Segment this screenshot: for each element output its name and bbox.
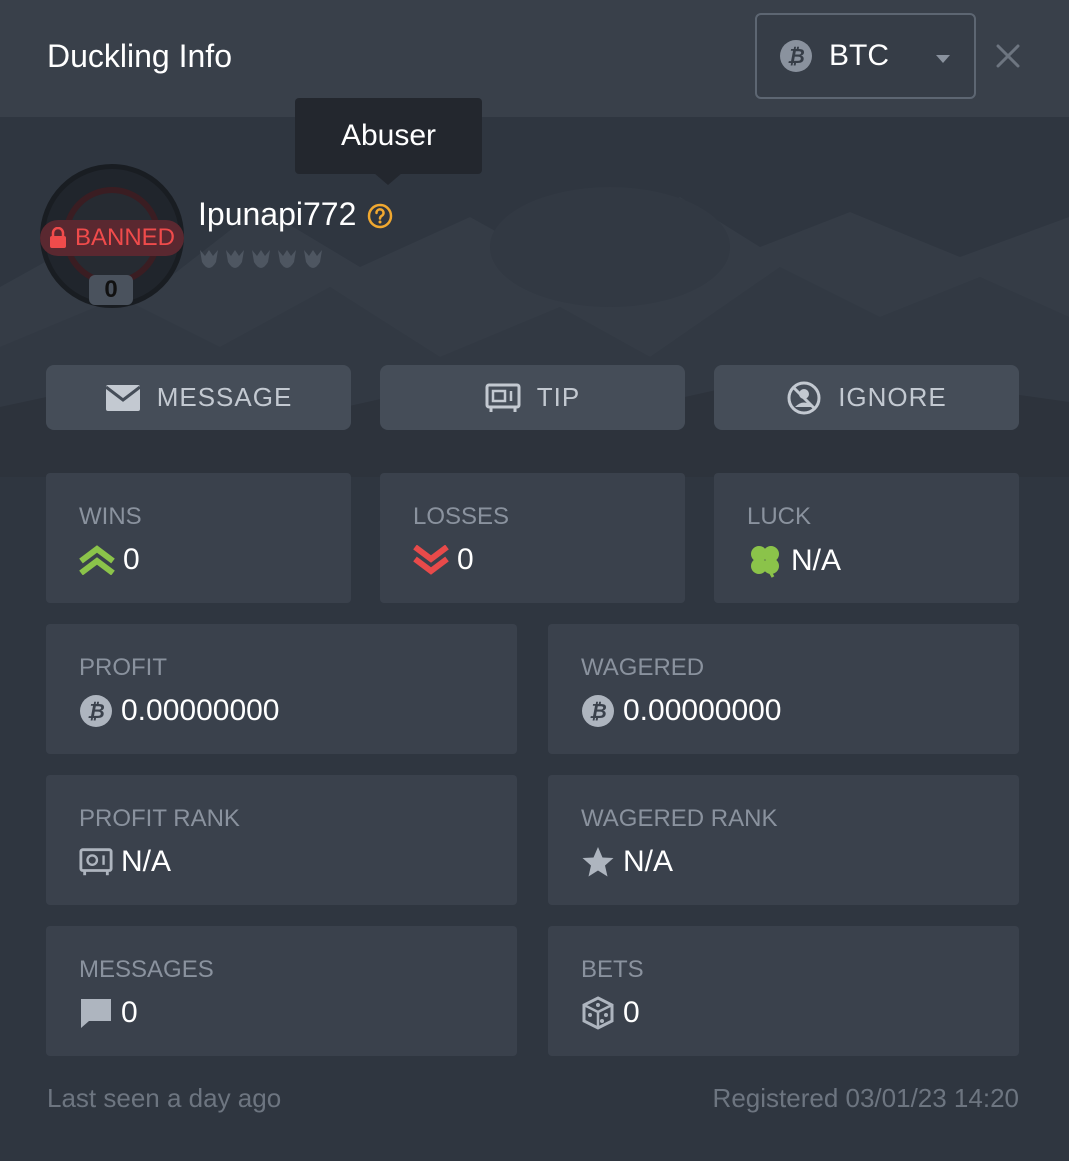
safe-icon xyxy=(485,383,521,412)
user-block-icon xyxy=(787,381,821,414)
clover-icon xyxy=(751,546,779,578)
lock-icon xyxy=(49,227,66,248)
bitcoin-icon: ₿ xyxy=(780,40,812,72)
banned-badge: BANNED xyxy=(40,220,184,256)
rank-feet xyxy=(198,248,324,272)
bitcoin-icon: ₿ xyxy=(582,695,614,727)
bitcoin-icon: ₿ xyxy=(80,695,112,727)
wins-label: WINS xyxy=(79,503,142,530)
modal-header: Duckling Info ₿ BTC xyxy=(0,0,1069,117)
double-chevron-down-icon xyxy=(413,545,449,575)
tip-label: TIP xyxy=(536,382,581,412)
wagered-rank-card: WAGERED RANK N/A xyxy=(548,775,1019,905)
bets-card: BETS 0 xyxy=(548,926,1019,1056)
losses-card: LOSSES 0 xyxy=(380,473,685,603)
tooltip-arrow xyxy=(374,173,402,185)
currency-label: BTC xyxy=(829,39,889,72)
message-label: MESSAGE xyxy=(156,382,293,412)
tip-button[interactable]: TIP xyxy=(380,365,685,430)
banned-label: BANNED xyxy=(74,224,176,251)
registered-date: Registered 03/01/23 14:20 xyxy=(712,1083,1019,1113)
safe-icon xyxy=(79,848,113,876)
level-badge: 0 xyxy=(89,275,133,305)
profit-rank-label: PROFIT RANK xyxy=(79,805,240,832)
svg-text:₿: ₿ xyxy=(787,44,805,68)
ignore-button[interactable]: IGNORE xyxy=(714,365,1019,430)
help-icon[interactable] xyxy=(367,203,393,229)
ignore-label: IGNORE xyxy=(838,382,947,412)
caret-down-icon xyxy=(936,55,950,63)
status-tooltip: Abuser xyxy=(295,98,482,174)
chat-bubble-icon xyxy=(81,999,111,1028)
profit-value: 0.00000000 xyxy=(121,694,280,727)
wins-card: WINS 0 xyxy=(46,473,351,603)
svg-text:₿: ₿ xyxy=(87,699,105,723)
foot-icon xyxy=(226,250,244,268)
bets-value: 0 xyxy=(623,996,640,1029)
double-chevron-up-icon xyxy=(79,545,115,575)
wagered-label: WAGERED xyxy=(581,654,705,681)
messages-card: MESSAGES 0 xyxy=(46,926,517,1056)
wins-value: 0 xyxy=(123,543,140,576)
wagered-rank-value: N/A xyxy=(623,845,674,878)
foot-icon xyxy=(304,250,322,268)
message-button[interactable]: MESSAGE xyxy=(46,365,351,430)
luck-value: N/A xyxy=(791,544,842,577)
foot-icon xyxy=(252,250,270,268)
currency-select[interactable]: ₿ BTC xyxy=(755,13,976,99)
luck-label: LUCK xyxy=(747,503,812,530)
username: Ipunapi772 xyxy=(198,196,357,232)
close-icon[interactable] xyxy=(992,40,1024,72)
wagered-card: WAGERED ₿ 0.00000000 xyxy=(548,624,1019,754)
wagered-rank-label: WAGERED RANK xyxy=(581,805,778,832)
dice-icon xyxy=(582,996,614,1030)
luck-card: LUCK N/A xyxy=(714,473,1019,603)
svg-text:₿: ₿ xyxy=(589,699,607,723)
foot-icon xyxy=(278,250,296,268)
profit-card: PROFIT ₿ 0.00000000 xyxy=(46,624,517,754)
profit-rank-card: PROFIT RANK N/A xyxy=(46,775,517,905)
profit-label: PROFIT xyxy=(79,654,167,681)
last-seen: Last seen a day ago xyxy=(47,1083,282,1113)
bets-label: BETS xyxy=(581,956,644,983)
losses-label: LOSSES xyxy=(413,503,510,530)
profit-rank-value: N/A xyxy=(121,845,172,878)
star-icon xyxy=(582,847,614,877)
messages-value: 0 xyxy=(121,996,138,1029)
modal-title: Duckling Info xyxy=(47,38,232,74)
foot-icon xyxy=(200,250,218,268)
messages-label: MESSAGES xyxy=(79,956,214,983)
losses-value: 0 xyxy=(457,543,474,576)
envelope-icon xyxy=(104,384,141,411)
wagered-value: 0.00000000 xyxy=(623,694,782,727)
